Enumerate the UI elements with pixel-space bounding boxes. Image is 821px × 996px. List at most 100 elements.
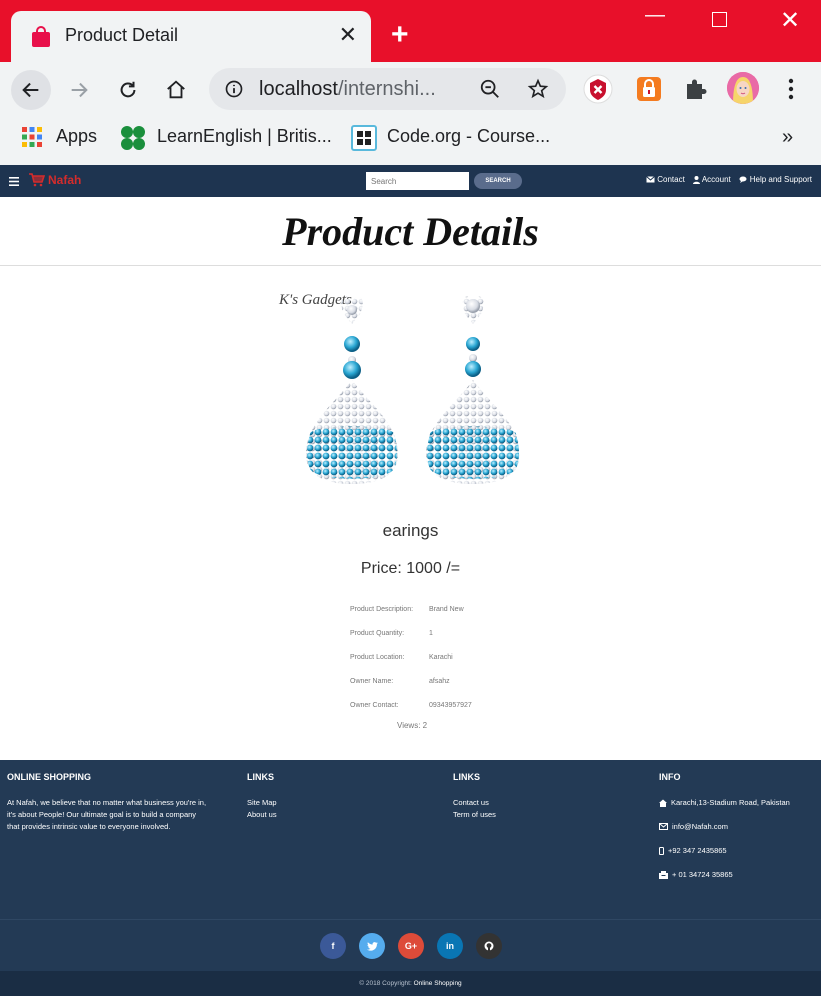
- footer-info: INFO Karachi,13-Stadium Road, Pakistan i…: [659, 772, 809, 893]
- nav-help[interactable]: Help and Support: [739, 175, 812, 184]
- minimize-icon[interactable]: —: [645, 4, 665, 27]
- reload-icon: [120, 81, 136, 98]
- reload-button[interactable]: [108, 70, 148, 110]
- linkedin-icon[interactable]: in: [437, 933, 463, 959]
- bookmarks-overflow-icon[interactable]: »: [782, 126, 793, 149]
- footer-address: Karachi,13-Stadium Road, Pakistan: [659, 797, 809, 809]
- bookmark-star-icon[interactable]: [527, 78, 549, 100]
- footer-link-about[interactable]: About us: [247, 809, 397, 821]
- copyright-link[interactable]: Online Shopping: [414, 980, 462, 987]
- product-price: Price: 1000 /=: [360, 560, 461, 577]
- copyright-text: © 2018 Copyright:: [359, 980, 412, 987]
- detail-value: 1: [429, 630, 433, 637]
- copyright-bar: © 2018 Copyright: Online Shopping: [0, 971, 821, 996]
- mobile-phone-icon: [659, 847, 664, 855]
- detail-value: Brand New: [429, 606, 464, 613]
- shopping-bag-icon: [32, 26, 50, 47]
- github-icon[interactable]: [476, 933, 502, 959]
- github-octocat-icon: [484, 941, 494, 951]
- footer-about: ONLINE SHOPPING At Nafah, we believe tha…: [7, 772, 207, 833]
- home-button[interactable]: [156, 70, 196, 110]
- adblock-extension-icon[interactable]: [583, 74, 613, 104]
- detail-value: afsahz: [429, 678, 450, 685]
- browser-titlebar: Product Detail ✕ + — ✕: [0, 0, 821, 62]
- apps-grid-icon: [22, 127, 42, 147]
- info-icon[interactable]: [224, 79, 244, 99]
- home-icon: [659, 799, 667, 807]
- title-divider: [0, 265, 821, 266]
- profile-avatar[interactable]: [727, 72, 759, 104]
- google-plus-icon[interactable]: G+: [398, 933, 424, 959]
- site-logo[interactable]: Nafah: [29, 173, 81, 187]
- detail-value: Karachi: [429, 654, 453, 661]
- views-count: Views: 2: [397, 721, 428, 730]
- maximize-icon[interactable]: [712, 12, 727, 27]
- fax-icon: [659, 871, 668, 879]
- detail-label: Owner Contact:: [350, 702, 399, 709]
- more-vert-icon[interactable]: [784, 76, 798, 102]
- avatar-image: [727, 72, 759, 104]
- earring-right: [426, 296, 520, 484]
- footer-link-contact[interactable]: Contact us: [453, 797, 603, 809]
- detail-label: Product Description:: [350, 606, 414, 613]
- site-navbar: Nafah SEARCH Contact Account Help and Su…: [0, 165, 821, 197]
- footer-divider: [0, 919, 821, 920]
- tab-close-icon[interactable]: ✕: [339, 23, 357, 47]
- footer-heading: LINKS: [247, 772, 274, 782]
- product-image: K's Gadgets: [274, 284, 530, 490]
- new-tab-icon[interactable]: +: [391, 20, 409, 50]
- social-links: f G+ in: [320, 933, 502, 959]
- codeorg-favicon: [351, 125, 377, 151]
- footer-links-2: LINKS Contact us Term of uses: [453, 772, 603, 821]
- learnenglish-favicon: [121, 126, 145, 150]
- forward-button[interactable]: [59, 70, 99, 110]
- bookmarks-bar: Apps LearnEnglish | Britis... Code.org -…: [0, 114, 821, 165]
- nav-contact[interactable]: Contact: [646, 175, 685, 184]
- hamburger-menu-icon[interactable]: [9, 177, 19, 186]
- tab-title: Product Detail: [65, 25, 179, 45]
- lock-extension-icon[interactable]: [634, 74, 664, 104]
- url-text: localhost/internshi...: [259, 78, 436, 100]
- browser-tab[interactable]: Product Detail ✕: [11, 11, 371, 62]
- arrow-right-icon: [71, 82, 88, 98]
- product-name: earings: [382, 521, 439, 540]
- comments-icon: [739, 176, 747, 183]
- cart-logo-icon: [29, 173, 45, 187]
- twitter-icon[interactable]: [359, 933, 385, 959]
- nav-account[interactable]: Account: [692, 175, 731, 184]
- window-close-icon[interactable]: ✕: [780, 6, 800, 35]
- bookmark-apps[interactable]: Apps: [56, 126, 97, 147]
- detail-value: 09343957927: [429, 702, 472, 709]
- search-button[interactable]: SEARCH: [474, 173, 522, 189]
- top-nav-links: Contact Account Help and Support: [646, 175, 812, 184]
- footer-link-terms[interactable]: Term of uses: [453, 809, 603, 821]
- footer-email: info@Nafah.com: [659, 821, 809, 833]
- facebook-icon[interactable]: f: [320, 933, 346, 959]
- back-button[interactable]: [11, 70, 51, 110]
- envelope-icon: [659, 823, 668, 830]
- zoom-icon[interactable]: [479, 78, 501, 100]
- detail-label: Owner Name:: [350, 678, 394, 685]
- envelope-icon: [646, 176, 656, 183]
- twitter-bird-icon: [366, 941, 378, 951]
- user-icon: [692, 175, 700, 184]
- bookmark-codeorg[interactable]: Code.org - Course...: [387, 126, 550, 147]
- earring-left: [306, 296, 398, 484]
- bookmark-learnenglish[interactable]: LearnEnglish | Britis...: [157, 126, 332, 147]
- site-footer: ONLINE SHOPPING At Nafah, we believe tha…: [0, 760, 821, 971]
- page-title: Product Details: [282, 209, 539, 254]
- image-watermark: K's Gadgets: [278, 292, 352, 308]
- arrow-left-icon: [22, 82, 39, 98]
- footer-about-text: At Nafah, we believe that no matter what…: [7, 798, 207, 831]
- footer-link-sitemap[interactable]: Site Map: [247, 797, 397, 809]
- footer-links-1: LINKS Site Map About us: [247, 772, 397, 821]
- address-bar[interactable]: localhost/internshi...: [209, 68, 566, 110]
- browser-toolbar: localhost/internshi...: [0, 62, 821, 114]
- search-input[interactable]: [366, 172, 469, 190]
- footer-phone: +92 347 2435865: [659, 845, 809, 857]
- footer-fax: + 01 34724 35865: [659, 869, 809, 881]
- puzzle-extensions-icon[interactable]: [681, 74, 711, 104]
- detail-label: Product Quantity:: [350, 630, 405, 637]
- footer-heading: INFO: [659, 772, 681, 782]
- earrings-image: K's Gadgets: [278, 292, 520, 484]
